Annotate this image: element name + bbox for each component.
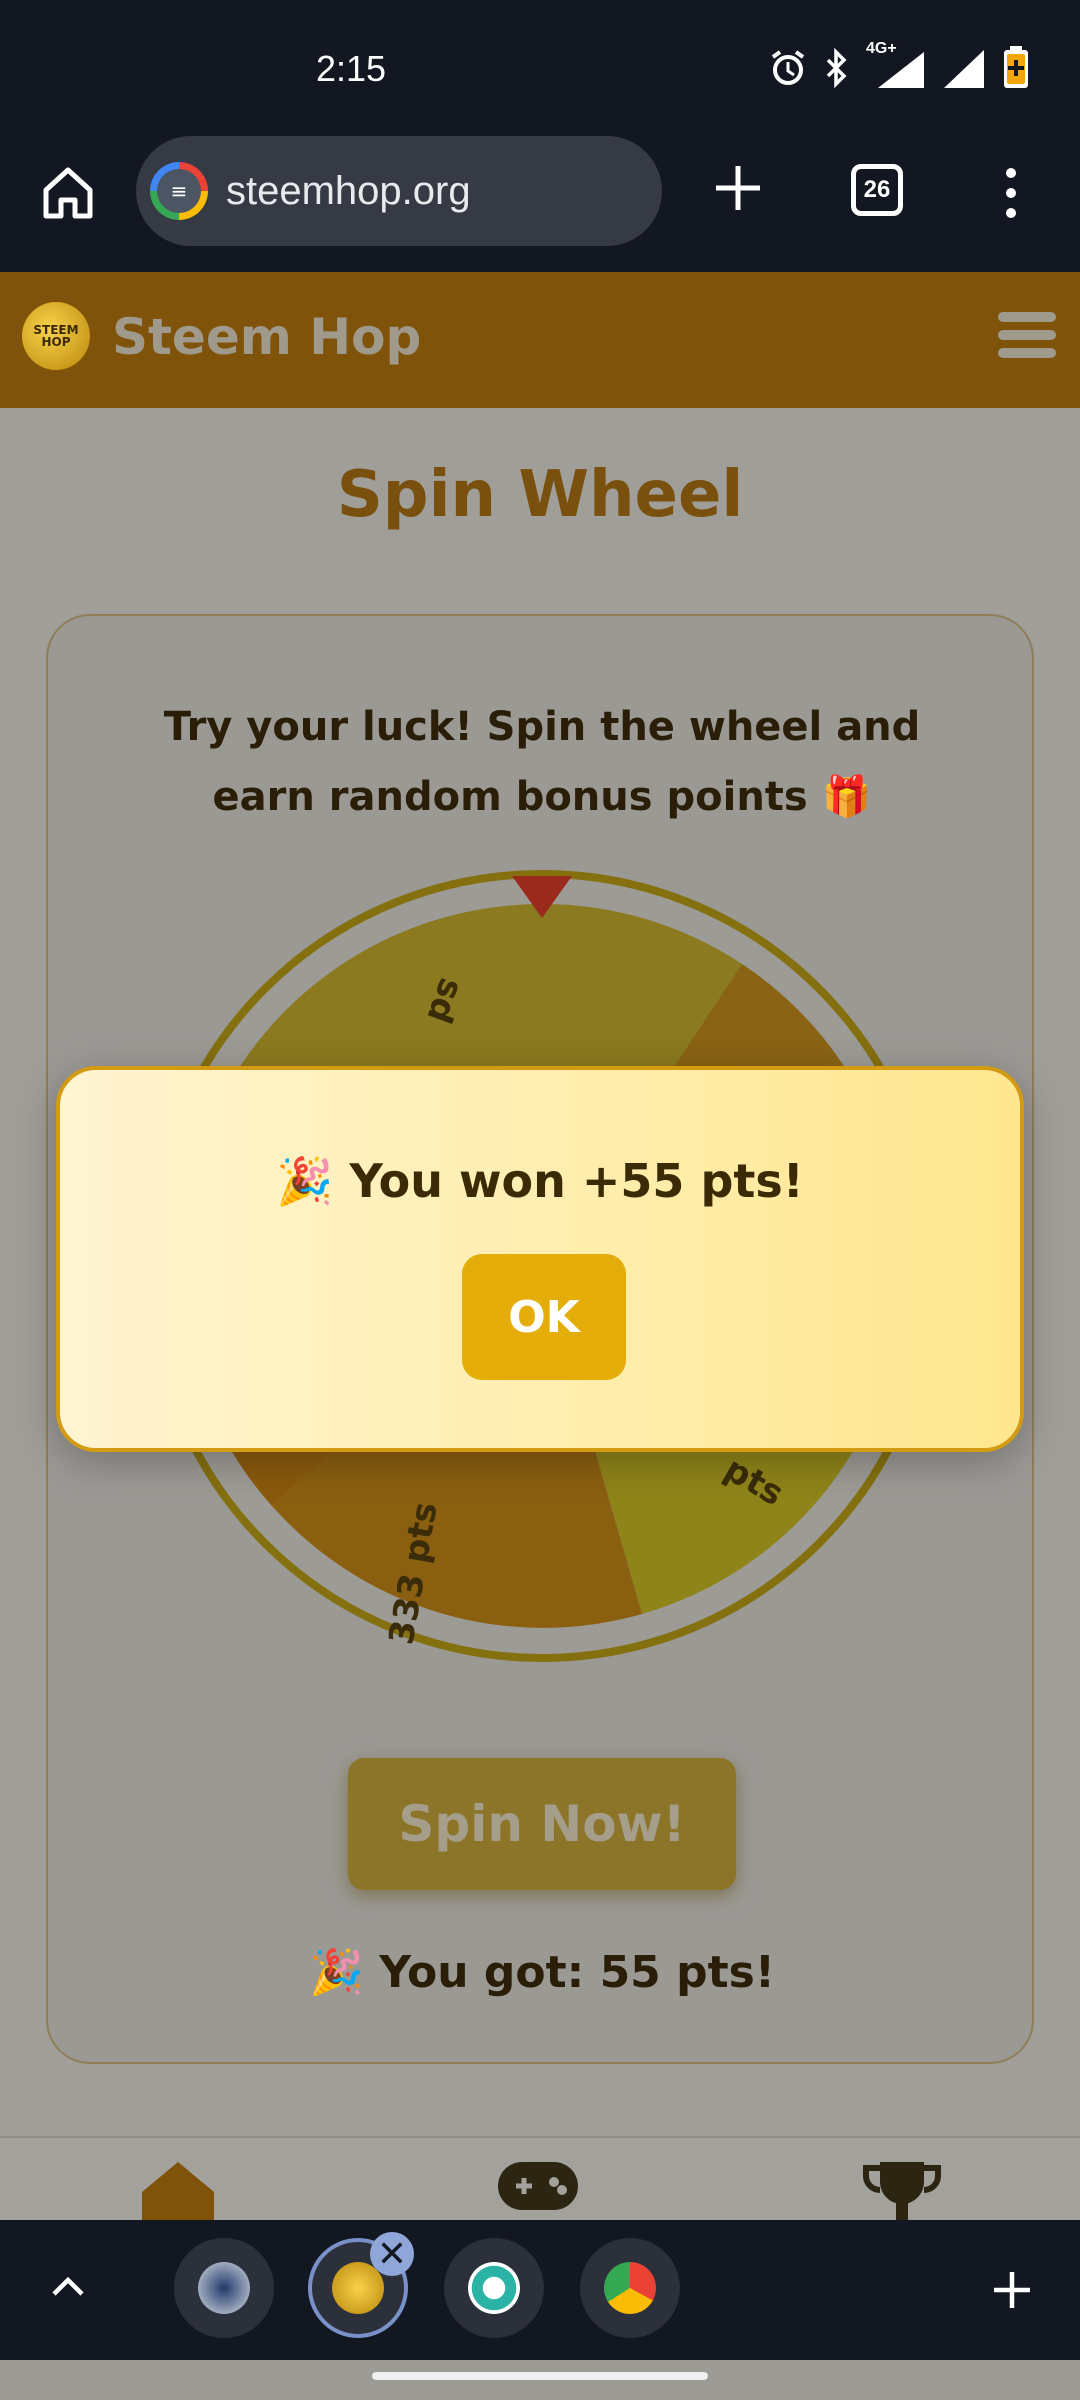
signal-icon bbox=[944, 50, 984, 88]
alarm-icon bbox=[771, 50, 805, 85]
close-tab-icon[interactable]: ✕ bbox=[370, 2232, 414, 2276]
status-time: 2:15 bbox=[316, 48, 387, 89]
bluetooth-icon bbox=[826, 48, 847, 88]
gesture-bar[interactable] bbox=[372, 2372, 708, 2380]
status-bar: 2:15 4G+ bbox=[0, 0, 1080, 136]
url-text[interactable]: steemhop.org bbox=[226, 169, 471, 214]
more-vert-icon[interactable] bbox=[996, 166, 1026, 220]
new-tab-plus-icon[interactable] bbox=[706, 156, 770, 220]
home-icon[interactable] bbox=[38, 162, 98, 222]
hamburger-menu-icon[interactable] bbox=[998, 312, 1056, 364]
tab-switcher-icon[interactable]: 26 bbox=[851, 164, 903, 216]
chevron-up-icon[interactable] bbox=[48, 2270, 88, 2300]
brand-name[interactable]: Steem Hop bbox=[112, 308, 421, 366]
signal-icon: 4G+ bbox=[866, 40, 926, 88]
tab-strip: ✕ bbox=[0, 2220, 1080, 2360]
status-icons: 4G+ bbox=[768, 40, 1030, 90]
tab-thumbnail[interactable] bbox=[444, 2238, 544, 2338]
page-title: Spin Wheel bbox=[336, 458, 744, 532]
gamepad-icon[interactable] bbox=[498, 2158, 578, 2222]
url-bar[interactable]: ≡ steemhop.org bbox=[136, 136, 662, 246]
tab-thumbnail[interactable] bbox=[174, 2238, 274, 2338]
plus-icon[interactable] bbox=[990, 2268, 1034, 2312]
tab-thumbnail[interactable] bbox=[580, 2238, 680, 2338]
battery-icon bbox=[1004, 46, 1028, 88]
gesture-area bbox=[0, 2360, 1080, 2400]
site-info-icon[interactable]: ≡ bbox=[150, 162, 208, 220]
site-bottom-nav bbox=[0, 2136, 1080, 2222]
spin-now-button[interactable]: Spin Now! bbox=[348, 1758, 736, 1890]
site-header: STEEM HOP Steem Hop bbox=[0, 272, 1080, 408]
spin-description: Try your luck! Spin the wheel and earn r… bbox=[163, 704, 921, 820]
steem-hop-logo[interactable]: STEEM HOP bbox=[22, 302, 90, 370]
spin-result: 🎉 You got: 55 pts! bbox=[309, 1947, 775, 1998]
ok-button[interactable]: OK bbox=[462, 1254, 626, 1380]
win-modal: 🎉 You won +55 pts! OK bbox=[56, 1066, 1024, 1452]
network-type: 4G+ bbox=[866, 40, 897, 57]
win-message: 🎉 You won +55 pts! bbox=[276, 1154, 804, 1208]
home-icon[interactable] bbox=[138, 2158, 218, 2222]
trophy-icon[interactable] bbox=[862, 2158, 942, 2222]
browser-toolbar: ≡ steemhop.org 26 bbox=[0, 136, 1080, 272]
